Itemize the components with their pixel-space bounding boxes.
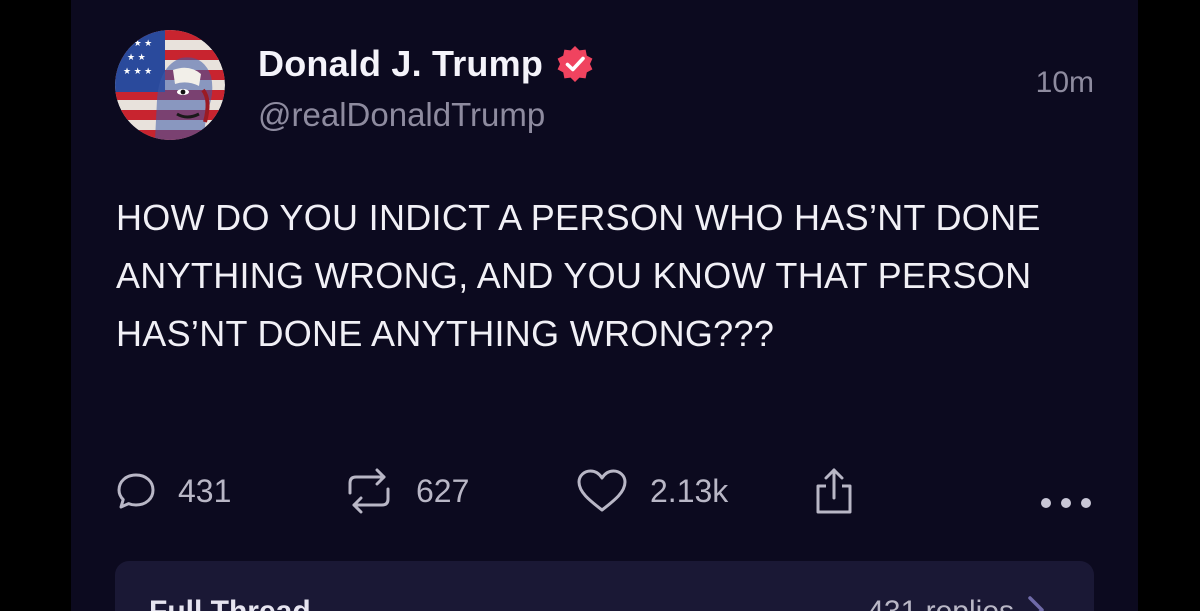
verified-badge-icon xyxy=(555,44,595,84)
full-thread-link[interactable]: Full Thread 431 replies xyxy=(115,561,1094,611)
avatar[interactable]: ★ ★ ★ ★ ★ ★ ★ ★ xyxy=(115,30,225,140)
reply-count: 431 xyxy=(178,472,232,509)
post-timestamp: 10m xyxy=(1035,66,1094,99)
thread-reply-count: 431 replies xyxy=(867,595,1014,611)
post-card: ★ ★ ★ ★ ★ ★ ★ ★ Donald J. Trump @realDon… xyxy=(71,0,1138,611)
repost-arrows-icon xyxy=(344,467,394,515)
full-thread-label: Full Thread xyxy=(149,595,311,611)
svg-text:★ ★ ★: ★ ★ ★ xyxy=(123,66,152,76)
like-count: 2.13k xyxy=(650,472,729,509)
author-name-row: Donald J. Trump xyxy=(258,40,595,88)
heart-icon xyxy=(576,468,628,514)
svg-text:★ ★ ★: ★ ★ ★ xyxy=(123,38,152,48)
speech-bubble-icon xyxy=(116,471,156,511)
post-actions-bar: 431 627 2.13k xyxy=(116,464,1096,518)
repost-button[interactable]: 627 xyxy=(344,464,469,518)
reply-button[interactable]: 431 xyxy=(116,464,231,518)
share-upload-icon xyxy=(814,466,854,516)
more-options-button[interactable] xyxy=(1038,476,1094,530)
more-dots-icon xyxy=(1038,488,1094,518)
avatar-image: ★ ★ ★ ★ ★ ★ ★ ★ xyxy=(115,30,225,140)
repost-count: 627 xyxy=(416,472,470,509)
post-body-text: HOW DO YOU INDICT A PERSON WHO HAS’NT DO… xyxy=(116,197,1041,354)
author-display-name[interactable]: Donald J. Trump xyxy=(258,43,543,85)
svg-text:★ ★: ★ ★ xyxy=(127,52,146,62)
chevron-right-icon xyxy=(1026,595,1046,611)
share-button[interactable] xyxy=(814,464,854,518)
like-button[interactable]: 2.13k xyxy=(576,464,728,518)
author-handle[interactable]: @realDonaldTrump xyxy=(258,96,545,134)
